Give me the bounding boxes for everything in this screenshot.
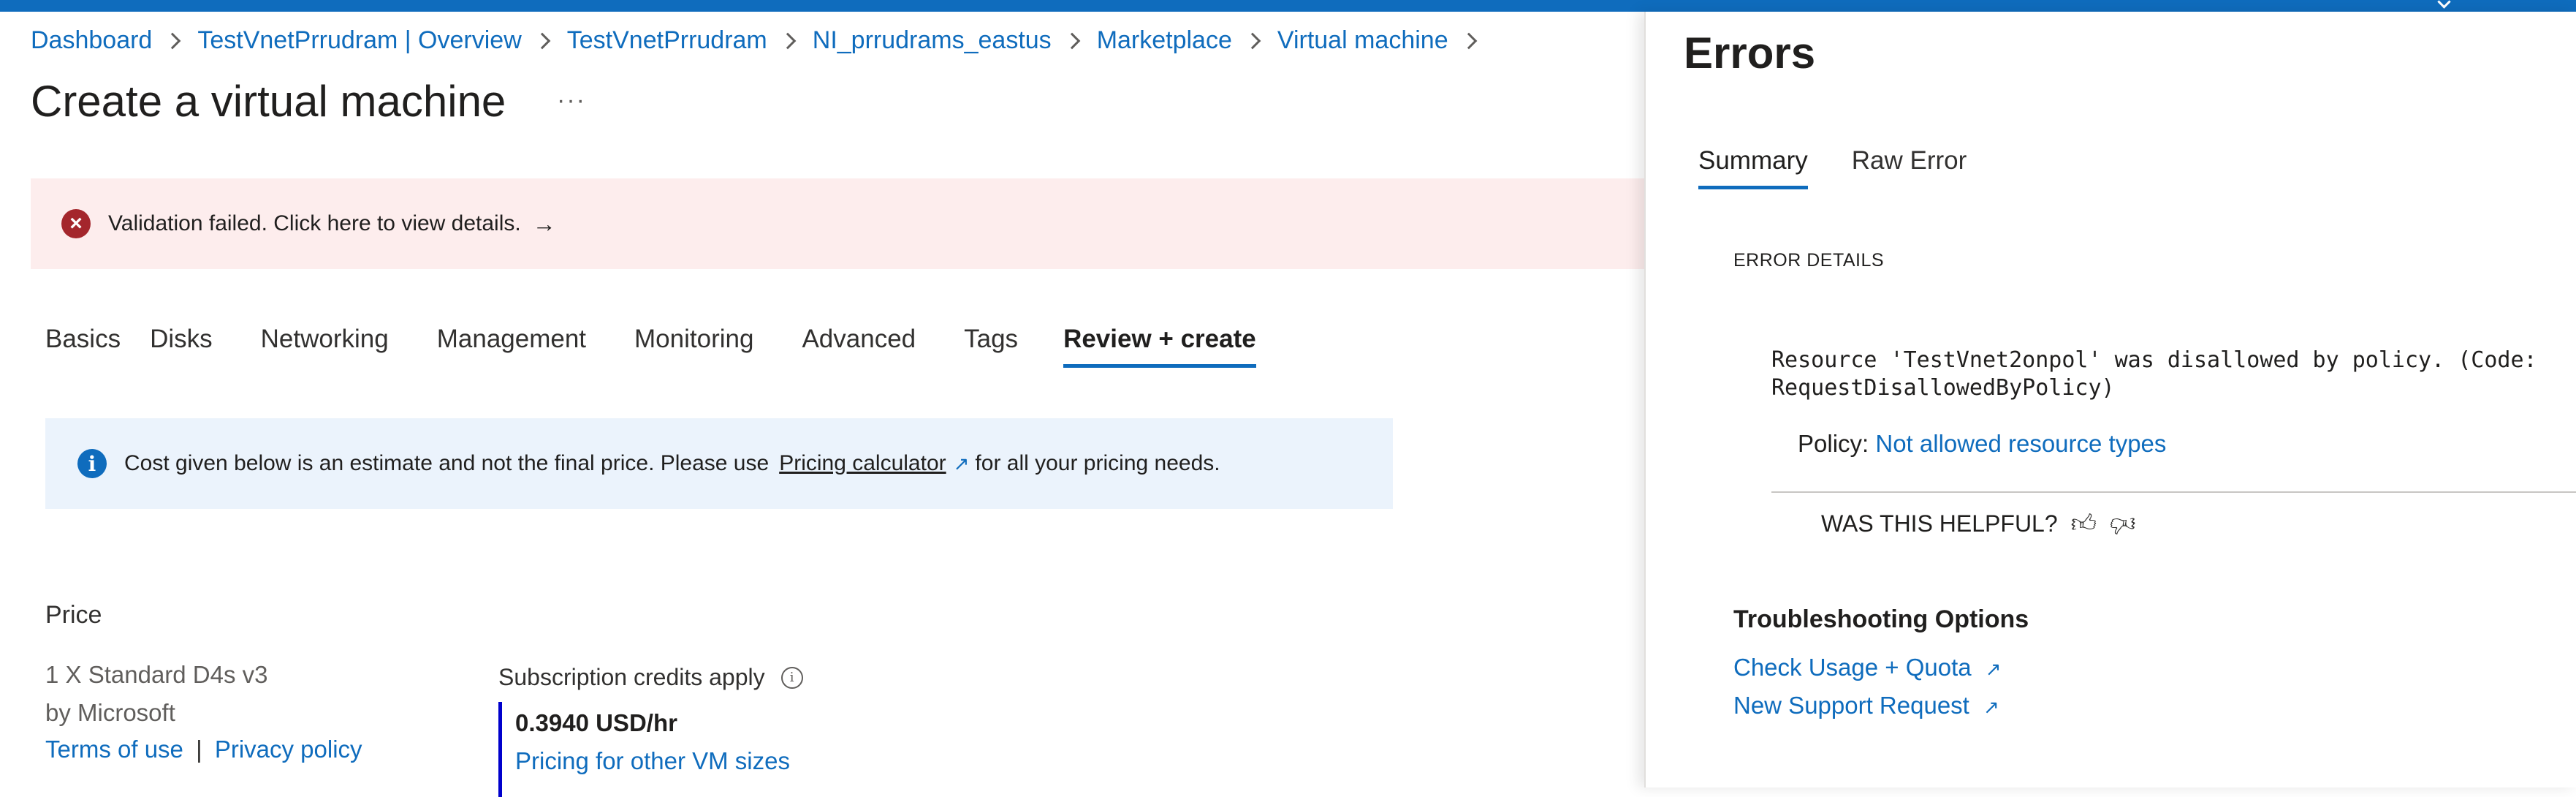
breadcrumb-item-vnet-overview[interactable]: TestVnetPrrudram | Overview xyxy=(197,26,521,55)
cost-info-banner: i Cost given below is an estimate and no… xyxy=(45,418,1393,509)
breadcrumb-item-virtual-machine[interactable]: Virtual machine xyxy=(1277,26,1448,55)
errors-title: Errors xyxy=(1684,29,1816,78)
price-accent-bar xyxy=(498,702,502,797)
chevron-down-icon[interactable] xyxy=(2437,0,2451,9)
check-usage-quota-link[interactable]: Check Usage + Quota ↗ xyxy=(1733,654,2007,681)
link-separator: | xyxy=(196,736,202,763)
publisher: by Microsoft xyxy=(45,699,175,726)
chevron-right-icon xyxy=(1063,32,1081,49)
feedback-row: WAS THIS HELPFUL? 👍︎ 👍︎ xyxy=(1821,509,2136,539)
tab-tags[interactable]: Tags xyxy=(964,325,1018,368)
tab-disks[interactable]: Disks xyxy=(150,325,213,368)
validation-failed-banner[interactable]: × Validation failed. Click here to view … xyxy=(31,178,1644,269)
error-message: Resource 'TestVnet2onpol' was disallowed… xyxy=(1771,347,2537,401)
helpful-label: WAS THIS HELPFUL? xyxy=(1821,510,2058,537)
divider xyxy=(1771,491,2576,493)
external-link-icon: ↗ xyxy=(1985,658,2002,680)
external-link-icon: ↗ xyxy=(953,452,970,475)
new-support-request-link[interactable]: New Support Request ↗ xyxy=(1733,692,2005,719)
validation-message: Validation failed. Click here to view de… xyxy=(108,211,521,235)
errors-panel: Errors Summary Raw Error ERROR DETAILS R… xyxy=(1644,12,2576,787)
policy-label: Policy: xyxy=(1798,430,1869,457)
tab-management[interactable]: Management xyxy=(437,325,586,368)
subscription-credits: Subscription credits apply i xyxy=(498,664,803,691)
credits-label: Subscription credits apply xyxy=(498,664,765,690)
errors-tabs: Summary Raw Error xyxy=(1698,146,2010,189)
tab-summary[interactable]: Summary xyxy=(1698,146,1808,189)
legal-links: Terms of use | Privacy policy xyxy=(45,736,362,763)
main-content: Dashboard TestVnetPrrudram | Overview Te… xyxy=(0,12,1644,797)
price-heading: Price xyxy=(45,601,102,629)
chevron-right-icon xyxy=(779,32,797,49)
breadcrumb-item-dashboard[interactable]: Dashboard xyxy=(31,26,152,55)
thumbs-up-icon[interactable]: 👍︎ xyxy=(2071,509,2097,539)
tab-monitoring[interactable]: Monitoring xyxy=(634,325,753,368)
tab-advanced[interactable]: Advanced xyxy=(802,325,916,368)
external-link-icon: ↗ xyxy=(1983,696,1999,718)
other-vm-sizes-link[interactable]: Pricing for other VM sizes xyxy=(515,747,790,775)
top-bar xyxy=(0,0,2576,12)
pricing-calculator-link[interactable]: Pricing calculator xyxy=(779,451,946,476)
breadcrumb-item-marketplace[interactable]: Marketplace xyxy=(1097,26,1232,55)
info-text-suffix: for all your pricing needs. xyxy=(975,451,1220,475)
check-usage-quota-label: Check Usage + Quota xyxy=(1733,654,1972,681)
tab-review-create[interactable]: Review + create xyxy=(1063,325,1256,368)
thumbs-down-icon[interactable]: 👍︎ xyxy=(2110,509,2136,539)
wizard-tabs: Basics Disks Networking Management Monit… xyxy=(45,325,1256,368)
new-support-request-label: New Support Request xyxy=(1733,692,1969,719)
arrow-right-icon: → xyxy=(532,210,556,237)
info-icon: i xyxy=(77,449,107,478)
tab-raw-error[interactable]: Raw Error xyxy=(1852,146,1967,189)
error-circle-icon: × xyxy=(61,209,91,238)
chevron-right-icon xyxy=(1244,32,1261,49)
terms-of-use-link[interactable]: Terms of use xyxy=(45,736,183,763)
tab-networking[interactable]: Networking xyxy=(261,325,389,368)
policy-row: Policy: Not allowed resource types xyxy=(1798,430,2166,458)
info-text-prefix: Cost given below is an estimate and not … xyxy=(124,451,770,475)
tab-basics[interactable]: Basics xyxy=(45,325,121,368)
troubleshooting-heading: Troubleshooting Options xyxy=(1733,605,2029,633)
breadcrumb-item-vnet[interactable]: TestVnetPrrudram xyxy=(567,26,767,55)
more-options-button[interactable]: ··· xyxy=(557,86,586,115)
error-details-heading: ERROR DETAILS xyxy=(1733,250,1885,271)
policy-link[interactable]: Not allowed resource types xyxy=(1875,430,2166,457)
vm-size: 1 X Standard D4s v3 xyxy=(45,661,268,688)
chevron-right-icon xyxy=(1460,32,1477,49)
page-title: Create a virtual machine xyxy=(31,77,506,126)
chevron-right-icon xyxy=(533,32,551,49)
chevron-right-icon xyxy=(164,32,181,49)
breadcrumb: Dashboard TestVnetPrrudram | Overview Te… xyxy=(31,26,1494,55)
price-value: 0.3940 USD/hr xyxy=(515,709,677,736)
info-icon[interactable]: i xyxy=(780,666,803,689)
breadcrumb-item-resource-group[interactable]: NI_prrudrams_eastus xyxy=(813,26,1052,55)
privacy-policy-link[interactable]: Privacy policy xyxy=(215,736,362,763)
